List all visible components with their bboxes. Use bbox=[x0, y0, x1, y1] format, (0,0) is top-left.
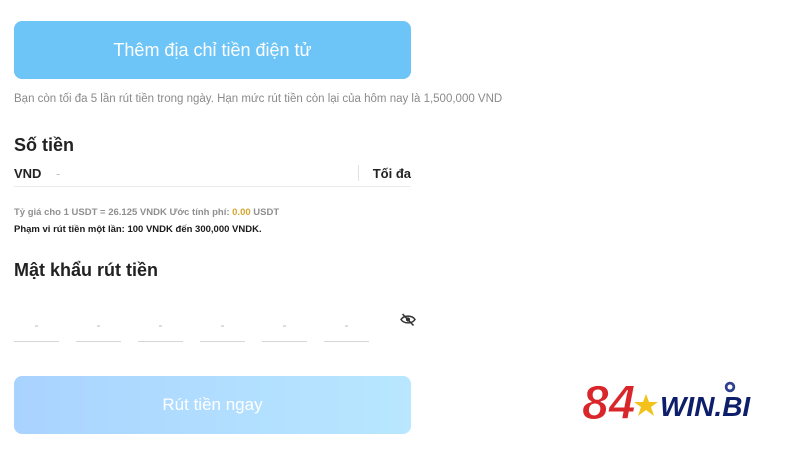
eye-slash-icon[interactable] bbox=[400, 313, 416, 327]
rate-text: Tỷ giá cho 1 USDT = 26.125 VNDK Ước tính… bbox=[14, 207, 233, 218]
pin-digit-2[interactable]: - bbox=[76, 308, 121, 342]
withdraw-now-button[interactable]: Rút tiền ngay bbox=[14, 376, 411, 434]
brand-logo-number: 84 bbox=[582, 377, 635, 430]
password-pin-input: - - - - - - bbox=[14, 308, 416, 344]
pin-digit-4[interactable]: - bbox=[200, 308, 245, 342]
password-section-title: Mật khẩu rút tiền bbox=[14, 260, 159, 280]
pin-digit-1[interactable]: - bbox=[14, 308, 59, 342]
withdraw-range-info: Phạm vi rút tiền một lần: 100 VNDK đến 3… bbox=[14, 224, 262, 235]
amount-section-title: Số tiền bbox=[14, 135, 75, 155]
max-amount-button[interactable]: Tối đa bbox=[373, 166, 411, 181]
add-crypto-address-button[interactable]: Thêm địa chỉ tiền điện tử bbox=[14, 21, 411, 79]
amount-row: VND Tối đa bbox=[14, 160, 411, 187]
brand-logo-name: WIN.BI bbox=[660, 391, 751, 422]
pin-digit-3[interactable]: - bbox=[138, 308, 183, 342]
amount-input[interactable] bbox=[54, 165, 358, 181]
amount-divider bbox=[357, 165, 359, 181]
fee-unit: USDT bbox=[250, 207, 280, 218]
pin-digit-5[interactable]: - bbox=[262, 308, 307, 342]
fee-value: 0.00 bbox=[232, 207, 251, 218]
exchange-rate-info: Tỷ giá cho 1 USDT = 26.125 VNDK Ước tính… bbox=[14, 207, 279, 218]
star-icon bbox=[634, 394, 658, 416]
currency-label: VND bbox=[14, 165, 42, 181]
pin-digit-6[interactable]: - bbox=[324, 308, 369, 342]
withdraw-limit-note: Bạn còn tối đa 5 lần rút tiền trong ngày… bbox=[14, 93, 503, 105]
brand-logo: 84 WIN.BI bbox=[582, 377, 752, 431]
chip-icon-center bbox=[727, 384, 733, 390]
